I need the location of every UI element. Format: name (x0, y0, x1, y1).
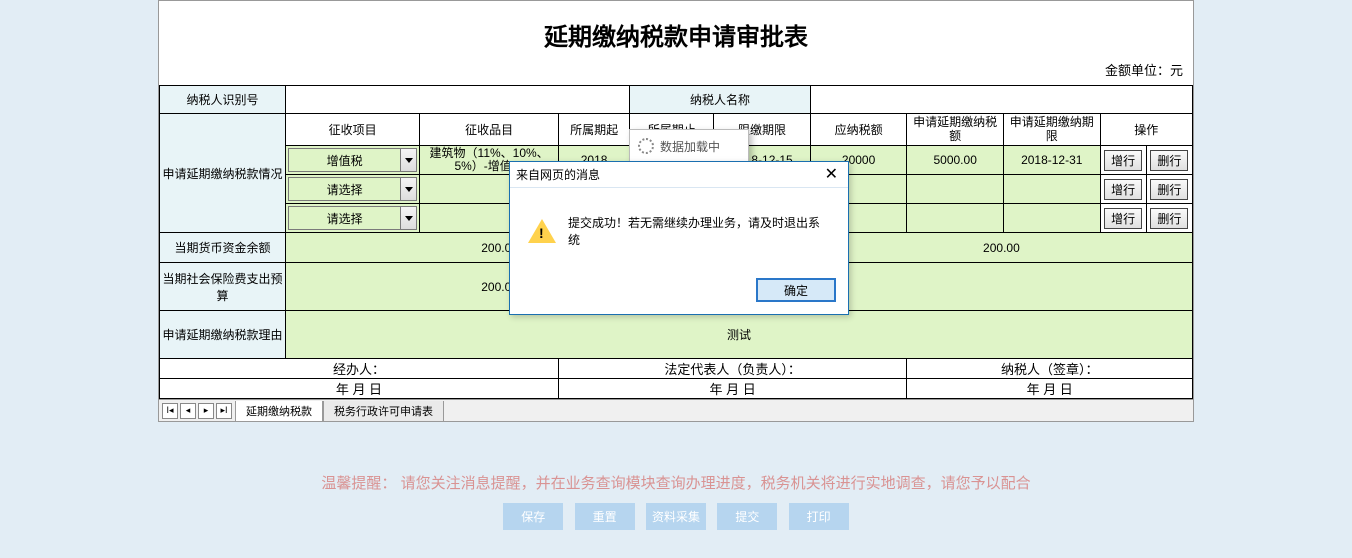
loading-text: 数据加载中 (660, 138, 720, 155)
tab-nav-next-icon[interactable]: ▸ (198, 403, 214, 419)
sign-taxpayer: 纳税人（签章）： (907, 359, 1193, 379)
del-row-btn[interactable]: 删行 (1150, 150, 1188, 171)
spinner-icon (638, 138, 654, 154)
label-taxpayer-id: 纳税人识别号 (160, 86, 286, 114)
ok-button[interactable]: 确定 (756, 278, 836, 302)
tab-nav-prev-icon[interactable]: ◂ (180, 403, 196, 419)
dialog-title: 来自网页的消息 (516, 166, 600, 183)
reminder-bar: 温馨提醒： 请您关注消息提醒，并在业务查询模块查询办理进度，税务机关将进行实地调… (158, 472, 1194, 493)
apply-deadline-1[interactable] (1003, 175, 1100, 204)
chevron-down-icon (400, 149, 416, 171)
sign-legal: 法定代表人（负责人）： (558, 359, 907, 379)
chevron-down-icon (400, 178, 416, 200)
label-cash-balance: 当期货币资金余额 (160, 233, 286, 263)
select-text: 请选择 (289, 207, 400, 229)
col-apply-deadline: 申请延期缴纳期限 (1003, 114, 1100, 146)
form-page: 延期缴纳税款申请审批表 金额单位：元 纳税人识别号 纳税人名称 申请延期缴纳税款… (158, 0, 1194, 422)
date-agent: 年 月 日 (160, 379, 559, 399)
tab-deferred-tax[interactable]: 延期缴纳税款 (235, 401, 323, 421)
close-icon[interactable]: ✕ (821, 167, 842, 183)
label-apply-situation: 申请延期缴纳税款情况 (160, 114, 286, 233)
submit-button[interactable]: 提交 (717, 503, 777, 530)
date-taxpayer: 年 月 日 (907, 379, 1193, 399)
message-dialog: 来自网页的消息 ✕ 提交成功！若无需继续办理业务，请及时退出系统 确定 (509, 161, 849, 315)
chevron-down-icon (400, 207, 416, 229)
reset-button[interactable]: 重置 (575, 503, 635, 530)
tab-nav-first-icon[interactable]: I◂ (162, 403, 178, 419)
col-levy-sub: 征收品目 (420, 114, 559, 146)
tab-admin-permit[interactable]: 税务行政许可申请表 (323, 401, 444, 421)
apply-deadline-2[interactable] (1003, 204, 1100, 233)
sheet-tabs: I◂ ◂ ▸ ▸I 延期缴纳税款 税务行政许可申请表 (159, 399, 1193, 421)
select-levy-item-0[interactable]: 增值税 (288, 148, 417, 172)
reminder-text: 请您关注消息提醒，并在业务查询模块查询办理进度，税务机关将进行实地调查，请您予以… (401, 475, 1031, 492)
label-taxpayer-name: 纳税人名称 (630, 86, 811, 114)
page-title: 延期缴纳税款申请审批表 (159, 1, 1193, 60)
loading-popover: 数据加载中 (629, 129, 749, 163)
apply-reason-text[interactable]: 测试 (285, 311, 1192, 359)
value-taxpayer-id (285, 86, 629, 114)
action-bar: 保存 重置 资料采集 提交 打印 (158, 503, 1194, 530)
reminder-label: 温馨提醒： (321, 475, 396, 492)
add-row-btn[interactable]: 增行 (1104, 150, 1142, 171)
col-levy-item: 征收项目 (285, 114, 419, 146)
date-legal: 年 月 日 (558, 379, 907, 399)
value-taxpayer-name (810, 86, 1192, 114)
sign-agent: 经办人： (160, 359, 559, 379)
select-levy-item-2[interactable]: 请选择 (288, 206, 417, 230)
apply-amount-2[interactable] (907, 204, 1004, 233)
save-button[interactable]: 保存 (503, 503, 563, 530)
add-row-btn[interactable]: 增行 (1104, 208, 1142, 229)
col-apply-amount: 申请延期缴纳税额 (907, 114, 1004, 146)
col-period-start: 所属期起 (558, 114, 629, 146)
cash-balance-right[interactable]: 200.00 (810, 233, 1192, 263)
label-social-ins: 当期社会保险费支出预算 (160, 263, 286, 311)
print-button[interactable]: 打印 (789, 503, 849, 530)
add-row-btn[interactable]: 增行 (1104, 179, 1142, 200)
select-levy-item-1[interactable]: 请选择 (288, 177, 417, 201)
del-row-btn[interactable]: 删行 (1150, 208, 1188, 229)
select-text: 请选择 (289, 178, 400, 200)
del-row-btn[interactable]: 删行 (1150, 179, 1188, 200)
tab-nav-last-icon[interactable]: ▸I (216, 403, 232, 419)
col-ops: 操作 (1100, 114, 1192, 146)
label-apply-reason: 申请延期缴纳税款理由 (160, 311, 286, 359)
select-text: 增值税 (289, 149, 400, 171)
apply-deadline-0[interactable]: 2018-12-31 (1003, 146, 1100, 175)
amount-unit: 金额单位：元 (159, 60, 1193, 85)
collect-button[interactable]: 资料采集 (646, 503, 706, 530)
dialog-message: 提交成功！若无需继续办理业务，请及时退出系统 (568, 214, 830, 248)
apply-amount-0[interactable]: 5000.00 (907, 146, 1004, 175)
col-tax-due: 应纳税额 (810, 114, 907, 146)
warning-icon (528, 219, 556, 243)
apply-amount-1[interactable] (907, 175, 1004, 204)
